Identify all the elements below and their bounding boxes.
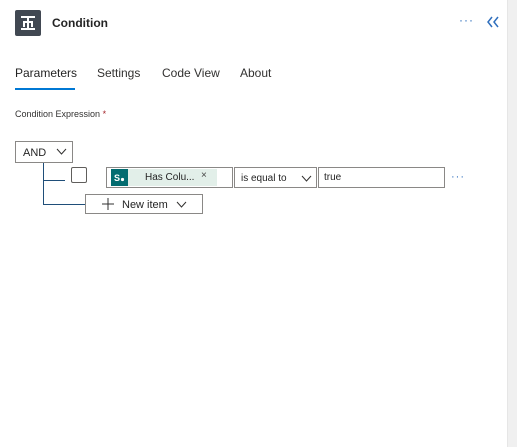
- tree-connector-row: [43, 180, 65, 181]
- tab-about[interactable]: About: [240, 66, 271, 80]
- condition-expression-text: Condition Expression: [15, 109, 101, 119]
- plus-icon: [102, 198, 114, 210]
- group-operator-select[interactable]: AND: [15, 141, 73, 163]
- required-mark: *: [102, 109, 107, 119]
- token-remove-icon[interactable]: ×: [201, 170, 207, 182]
- sharepoint-icon: S: [111, 169, 128, 186]
- new-item-label: New item: [122, 199, 168, 211]
- chevron-down-icon: [301, 175, 312, 182]
- tree-connector-new-item: [43, 204, 85, 205]
- token-label: Has Colu...: [145, 172, 195, 183]
- new-item-button[interactable]: New item: [85, 194, 203, 214]
- condition-icon: [15, 10, 41, 36]
- panel-title: Condition: [52, 16, 108, 30]
- double-chevron-left-icon[interactable]: [486, 14, 500, 30]
- chevron-down-icon: [176, 201, 187, 208]
- condition-expression-label: Condition Expression *: [15, 109, 106, 119]
- chevron-down-icon: [56, 148, 67, 155]
- panel-scrollbar[interactable]: [507, 0, 517, 447]
- svg-text:S: S: [114, 173, 120, 183]
- tab-settings[interactable]: Settings: [97, 66, 140, 80]
- row-more-options-icon[interactable]: ···: [451, 172, 465, 183]
- row-checkbox[interactable]: [71, 167, 87, 183]
- condition-panel: Condition ··· Parameters Settings Code V…: [0, 0, 507, 447]
- tab-code-view[interactable]: Code View: [162, 66, 220, 80]
- condition-left-operand[interactable]: S Has Colu... ×: [106, 167, 233, 188]
- comparison-operator-select[interactable]: is equal to: [234, 167, 317, 188]
- comparison-operator-value: is equal to: [241, 173, 287, 184]
- condition-right-operand[interactable]: [318, 167, 445, 188]
- tree-connector-vertical: [43, 163, 44, 205]
- more-options-icon[interactable]: ···: [459, 14, 474, 26]
- group-operator-value: AND: [23, 147, 47, 159]
- tab-parameters[interactable]: Parameters: [15, 66, 77, 80]
- active-tab-indicator: [15, 88, 75, 90]
